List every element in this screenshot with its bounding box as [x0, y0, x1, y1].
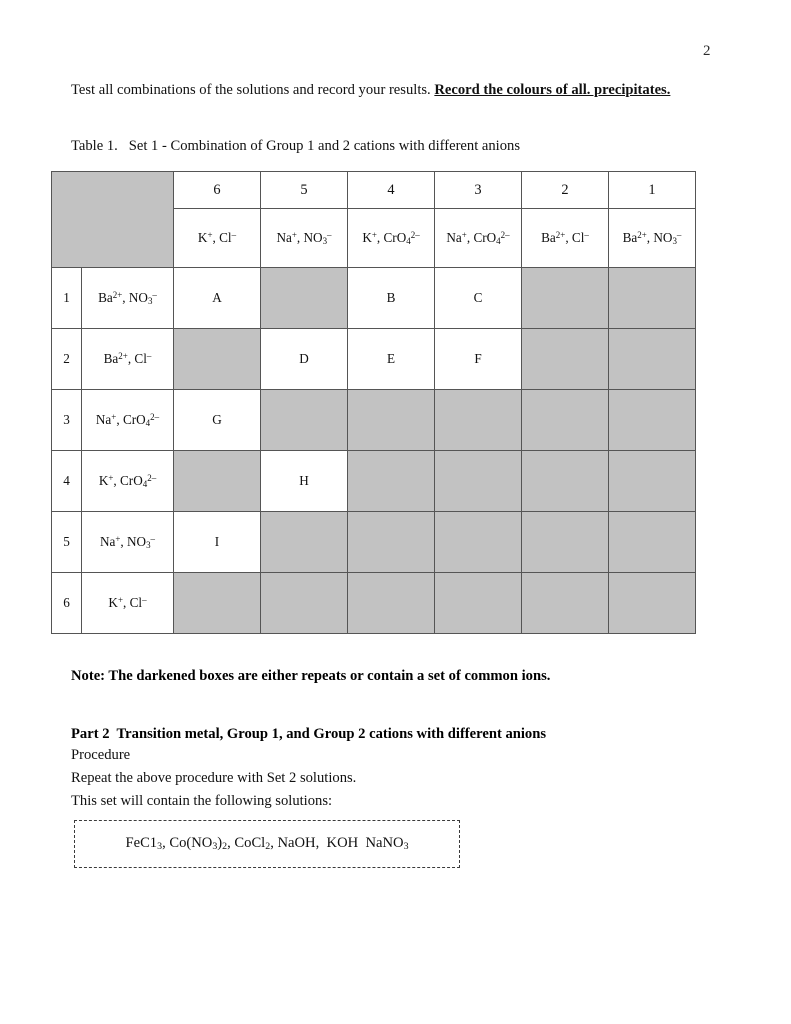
page-number: 2	[703, 43, 711, 59]
table-body: 6 5 4 3 2 1 K+, Cl– Na+, NO3– K+, CrO42–…	[51, 171, 696, 268]
table-row: 6 K+, Cl–	[51, 572, 696, 634]
table-row: 2 Ba2+, Cl– D E F	[51, 328, 696, 390]
row-ion-label-cell: Ba2+, Cl–	[81, 328, 174, 390]
column-number-header: 3	[434, 171, 522, 209]
column-ion-header: Na+, NO3–	[260, 208, 348, 268]
table-cell-shaded	[521, 450, 609, 512]
row-ion-label-cell: K+, Cl–	[81, 572, 174, 634]
combinations-table: 6 5 4 3 2 1 K+, Cl– Na+, NO3– K+, CrO42–…	[51, 171, 696, 634]
solutions-dashed-box: FeC13, Co(NO3)2, CoCl2, NaOH, KOH NaNO3	[74, 820, 460, 868]
table-cell[interactable]: C	[434, 267, 522, 329]
table-cell-shaded	[434, 450, 522, 512]
table-cell-shaded	[608, 389, 696, 451]
table-cell[interactable]: G	[173, 389, 261, 451]
table-cell[interactable]: F	[434, 328, 522, 390]
table-cell[interactable]: H	[260, 450, 348, 512]
intro-paragraph: Test all combinations of the solutions a…	[71, 80, 681, 101]
table-header-number-row: 6 5 4 3 2 1	[51, 171, 696, 268]
table-cell-shaded	[521, 572, 609, 634]
row-number-cell: 5	[51, 511, 82, 573]
table-row: 5 Na+, NO3– I	[51, 511, 696, 573]
contains-solutions-line: This set will contain the following solu…	[71, 793, 333, 809]
row-number-cell: 1	[51, 267, 82, 329]
table-cell-shaded	[347, 511, 435, 573]
table-cell[interactable]: B	[347, 267, 435, 329]
table-cell[interactable]: E	[347, 328, 435, 390]
table-cell-shaded	[521, 511, 609, 573]
intro-plain-text: Test all combinations of the solutions a…	[71, 82, 435, 98]
row-ion-label-cell: Na+, NO3–	[81, 511, 174, 573]
table-cell-shaded	[347, 450, 435, 512]
table-cell-shaded	[521, 328, 609, 390]
table-cell-shaded	[347, 389, 435, 451]
table-cell-shaded	[608, 267, 696, 329]
table-cell-shaded	[260, 389, 348, 451]
table-cell-shaded	[173, 572, 261, 634]
table-cell-shaded	[434, 511, 522, 573]
table-cell-shaded	[260, 267, 348, 329]
column-ion-header: Ba2+, NO3–	[608, 208, 696, 268]
table-cell-shaded	[347, 572, 435, 634]
table-cell-shaded	[260, 572, 348, 634]
repeat-procedure-line: Repeat the above procedure with Set 2 so…	[71, 770, 357, 786]
table-cell-shaded	[608, 572, 696, 634]
column-ion-header: Na+, CrO42–	[434, 208, 522, 268]
procedure-label: Procedure	[71, 747, 131, 763]
column-number-header: 2	[521, 171, 609, 209]
note-text: Note: The darkened boxes are either repe…	[71, 668, 551, 684]
column-number-header: 6	[173, 171, 261, 209]
table-cell-shaded	[260, 511, 348, 573]
table-row: 3 Na+, CrO42– G	[51, 389, 696, 451]
table-cell-shaded	[173, 328, 261, 390]
table-caption: Table 1. Set 1 - Combination of Group 1 …	[71, 138, 521, 154]
row-ion-label-cell: Ba2+, NO3–	[81, 267, 174, 329]
table-cell-shaded	[608, 450, 696, 512]
column-ion-header: K+, Cl–	[173, 208, 261, 268]
solutions-list-text: FeC13, Co(NO3)2, CoCl2, NaOH, KOH NaNO3	[125, 835, 409, 853]
row-number-cell: 6	[51, 572, 82, 634]
table-cell-shaded	[521, 267, 609, 329]
table-cell-shaded	[608, 511, 696, 573]
table-cell-shaded	[173, 450, 261, 512]
column-number-header: 5	[260, 171, 348, 209]
column-number-header: 1	[608, 171, 696, 209]
table-cell-shaded	[434, 389, 522, 451]
table-corner-block	[51, 171, 174, 268]
table-cell[interactable]: A	[173, 267, 261, 329]
column-ion-header: Ba2+, Cl–	[521, 208, 609, 268]
table-cell-shaded	[521, 389, 609, 451]
row-ion-label-cell: K+, CrO42–	[81, 450, 174, 512]
column-number-header: 4	[347, 171, 435, 209]
row-ion-label-cell: Na+, CrO42–	[81, 389, 174, 451]
row-number-cell: 4	[51, 450, 82, 512]
row-number-cell: 3	[51, 389, 82, 451]
table-row: 4 K+, CrO42– H	[51, 450, 696, 512]
table-cell-shaded	[608, 328, 696, 390]
table-cell-shaded	[434, 572, 522, 634]
column-ion-header: K+, CrO42–	[347, 208, 435, 268]
table-cell[interactable]: D	[260, 328, 348, 390]
table-cell[interactable]: I	[173, 511, 261, 573]
table-row: 1 Ba2+, NO3– A B C	[51, 267, 696, 329]
part2-heading: Part 2 Transition metal, Group 1, and Gr…	[71, 726, 547, 742]
intro-emphasis-text: Record the colours of all. precipitates.	[434, 82, 671, 98]
document-page: 2 Test all combinations of the solutions…	[0, 0, 791, 1024]
row-number-cell: 2	[51, 328, 82, 390]
table-data-rows: 1 Ba2+, NO3– A B C 2 Ba2+, Cl– D E F 3 Na+, CrO42– G…	[51, 267, 696, 634]
